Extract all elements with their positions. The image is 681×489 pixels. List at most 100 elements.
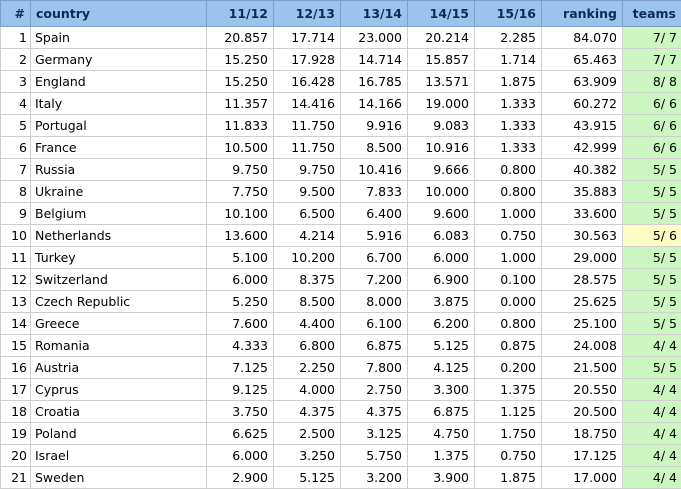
cell-season-14-15: 3.900: [408, 467, 475, 489]
cell-rank: 17: [1, 379, 31, 401]
cell-country: France: [31, 137, 207, 159]
cell-season-12-13: 10.200: [274, 247, 341, 269]
cell-season-11-12: 15.250: [207, 49, 274, 71]
cell-season-14-15: 10.000: [408, 181, 475, 203]
cell-season-13-14: 4.375: [341, 401, 408, 423]
cell-season-13-14: 7.833: [341, 181, 408, 203]
cell-season-11-12: 11.833: [207, 115, 274, 137]
cell-country: Switzerland: [31, 269, 207, 291]
cell-season-14-15: 9.666: [408, 159, 475, 181]
cell-season-14-15: 6.200: [408, 313, 475, 335]
table-row: 18Croatia3.7504.3754.3756.8751.12520.500…: [1, 401, 681, 423]
cell-teams: 4/ 4: [623, 379, 681, 401]
cell-season-11-12: 10.100: [207, 203, 274, 225]
cell-season-14-15: 6.875: [408, 401, 475, 423]
table-row: 15Romania4.3336.8006.8755.1250.87524.008…: [1, 335, 681, 357]
cell-season-15-16: 0.200: [475, 357, 542, 379]
cell-country: Czech Republic: [31, 291, 207, 313]
cell-season-11-12: 9.125: [207, 379, 274, 401]
cell-season-13-14: 3.125: [341, 423, 408, 445]
cell-ranking: 18.750: [542, 423, 623, 445]
cell-rank: 21: [1, 467, 31, 489]
cell-ranking: 28.575: [542, 269, 623, 291]
cell-season-14-15: 6.083: [408, 225, 475, 247]
cell-season-13-14: 5.916: [341, 225, 408, 247]
cell-ranking: 40.382: [542, 159, 623, 181]
cell-rank: 5: [1, 115, 31, 137]
cell-rank: 9: [1, 203, 31, 225]
table-row: 5Portugal11.83311.7509.9169.0831.33343.9…: [1, 115, 681, 137]
header-season-12-13[interactable]: 12/13: [274, 1, 341, 27]
cell-rank: 3: [1, 71, 31, 93]
table-row: 9Belgium10.1006.5006.4009.6001.00033.600…: [1, 203, 681, 225]
cell-season-15-16: 0.800: [475, 313, 542, 335]
cell-season-12-13: 4.214: [274, 225, 341, 247]
cell-ranking: 43.915: [542, 115, 623, 137]
header-season-15-16[interactable]: 15/16: [475, 1, 542, 27]
cell-season-15-16: 1.375: [475, 379, 542, 401]
header-season-13-14[interactable]: 13/14: [341, 1, 408, 27]
cell-season-15-16: 1.000: [475, 203, 542, 225]
cell-ranking: 25.100: [542, 313, 623, 335]
table-row: 12Switzerland6.0008.3757.2006.9000.10028…: [1, 269, 681, 291]
cell-ranking: 21.500: [542, 357, 623, 379]
cell-country: Greece: [31, 313, 207, 335]
cell-season-13-14: 10.416: [341, 159, 408, 181]
cell-country: Turkey: [31, 247, 207, 269]
cell-season-11-12: 2.900: [207, 467, 274, 489]
cell-season-12-13: 17.714: [274, 27, 341, 49]
cell-season-12-13: 5.125: [274, 467, 341, 489]
cell-season-11-12: 6.625: [207, 423, 274, 445]
cell-rank: 19: [1, 423, 31, 445]
cell-teams: 6/ 6: [623, 93, 681, 115]
cell-teams: 6/ 6: [623, 115, 681, 137]
header-season-14-15[interactable]: 14/15: [408, 1, 475, 27]
table-row: 16Austria7.1252.2507.8004.1250.20021.500…: [1, 357, 681, 379]
cell-season-12-13: 4.400: [274, 313, 341, 335]
cell-season-15-16: 2.285: [475, 27, 542, 49]
cell-country: Portugal: [31, 115, 207, 137]
cell-season-11-12: 7.600: [207, 313, 274, 335]
table-row: 8Ukraine7.7509.5007.83310.0000.80035.883…: [1, 181, 681, 203]
cell-ranking: 84.070: [542, 27, 623, 49]
cell-ranking: 17.125: [542, 445, 623, 467]
table-row: 20Israel6.0003.2505.7501.3750.75017.1254…: [1, 445, 681, 467]
header-country[interactable]: country: [31, 1, 207, 27]
header-ranking[interactable]: ranking: [542, 1, 623, 27]
cell-teams: 5/ 5: [623, 203, 681, 225]
cell-ranking: 24.008: [542, 335, 623, 357]
country-ranking-table: # country 11/12 12/13 13/14 14/15 15/16 …: [0, 0, 681, 489]
cell-season-13-14: 6.400: [341, 203, 408, 225]
table-row: 17Cyprus9.1254.0002.7503.3001.37520.5504…: [1, 379, 681, 401]
cell-season-13-14: 9.916: [341, 115, 408, 137]
cell-season-11-12: 15.250: [207, 71, 274, 93]
cell-rank: 2: [1, 49, 31, 71]
cell-teams: 4/ 4: [623, 335, 681, 357]
cell-season-11-12: 10.500: [207, 137, 274, 159]
cell-rank: 10: [1, 225, 31, 247]
cell-teams: 4/ 4: [623, 423, 681, 445]
header-season-11-12[interactable]: 11/12: [207, 1, 274, 27]
header-teams[interactable]: teams: [623, 1, 681, 27]
cell-season-12-13: 8.500: [274, 291, 341, 313]
cell-rank: 18: [1, 401, 31, 423]
cell-teams: 8/ 8: [623, 71, 681, 93]
cell-season-15-16: 0.875: [475, 335, 542, 357]
cell-season-14-15: 4.125: [408, 357, 475, 379]
cell-rank: 1: [1, 27, 31, 49]
table-row: 21Sweden2.9005.1253.2003.9001.87517.0004…: [1, 467, 681, 489]
cell-rank: 20: [1, 445, 31, 467]
header-rank[interactable]: #: [1, 1, 31, 27]
cell-ranking: 20.500: [542, 401, 623, 423]
cell-season-12-13: 4.000: [274, 379, 341, 401]
cell-season-13-14: 7.200: [341, 269, 408, 291]
table-row: 10Netherlands13.6004.2145.9166.0830.7503…: [1, 225, 681, 247]
cell-season-14-15: 3.875: [408, 291, 475, 313]
cell-country: Ukraine: [31, 181, 207, 203]
cell-season-14-15: 3.300: [408, 379, 475, 401]
cell-season-11-12: 3.750: [207, 401, 274, 423]
cell-season-15-16: 1.875: [475, 71, 542, 93]
cell-season-14-15: 5.125: [408, 335, 475, 357]
cell-season-15-16: 0.100: [475, 269, 542, 291]
cell-season-14-15: 20.214: [408, 27, 475, 49]
